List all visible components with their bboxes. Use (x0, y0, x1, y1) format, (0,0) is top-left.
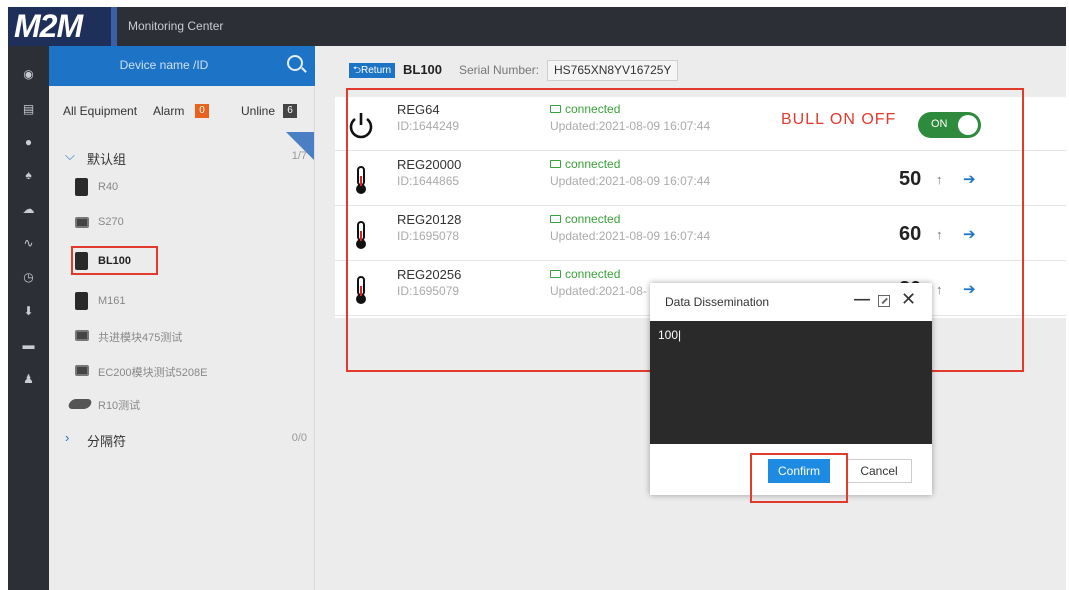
device-475-test[interactable]: 共进模块475测试 (63, 322, 313, 348)
cloud-icon[interactable]: ☁ (8, 201, 49, 217)
device-name: BL100 (403, 62, 443, 77)
value-input[interactable]: 100| (658, 328, 681, 342)
alarm-icon[interactable]: ♠ (8, 167, 49, 183)
top-bar: M2M Monitoring Center (8, 7, 1066, 46)
dialog-header: Data Dissemination — ✕ (650, 283, 932, 321)
return-button[interactable]: ⮌Return (349, 63, 396, 78)
location-icon[interactable]: ● (8, 134, 49, 150)
app-window: M2M Monitoring Center ◉ ▤ ● ♠ ☁ ∿ ◷ ⬇ ▬ … (8, 7, 1066, 590)
minimize-icon[interactable]: — (854, 291, 870, 309)
list-icon[interactable]: ▤ (8, 101, 49, 117)
maximize-icon[interactable] (878, 295, 890, 307)
app-title: Monitoring Center (128, 19, 224, 33)
device-icon (75, 178, 88, 196)
device-icon (75, 365, 89, 376)
filter-alarm[interactable]: Alarm (153, 104, 184, 118)
chevron-right-icon[interactable]: › (65, 430, 69, 445)
search-icon[interactable] (287, 55, 303, 71)
router-icon (67, 399, 93, 409)
serial-label: Serial Number: (459, 63, 540, 77)
device-icon (75, 292, 88, 310)
serial-value: HS765XN8YV16725Y (547, 60, 679, 81)
logo: M2M (8, 7, 111, 46)
device-m161[interactable]: M161 (63, 288, 313, 314)
search-input[interactable]: Device name /ID (49, 58, 279, 72)
user-icon[interactable]: ♟ (8, 371, 49, 387)
confirm-highlight (750, 453, 848, 503)
cancel-button[interactable]: Cancel (846, 459, 912, 483)
device-r40[interactable]: R40 (63, 174, 313, 200)
device-ec200-test[interactable]: EC200模块测试5208E (63, 357, 313, 383)
filter-all[interactable]: All Equipment (63, 104, 137, 118)
device-icon (75, 217, 89, 228)
device-header: ⮌Return BL100 Serial Number: HS765XN8YV1… (341, 60, 1061, 82)
filter-bar: All Equipment Alarm 0 Unline 6 (49, 102, 315, 120)
data-dissemination-dialog: Data Dissemination — ✕ 100| Confirm Canc… (650, 283, 932, 503)
device-search[interactable]: Device name /ID (49, 46, 315, 86)
dialog-title: Data Dissemination (665, 295, 770, 309)
device-panel: Device name /ID All Equipment Alarm 0 Un… (49, 46, 315, 590)
group-separator[interactable]: › 分隔符 0/0 (49, 424, 315, 454)
trend-icon[interactable]: ∿ (8, 235, 49, 251)
device-s270[interactable]: S270 (63, 209, 313, 235)
icon-rail: ◉ ▤ ● ♠ ☁ ∿ ◷ ⬇ ▬ ♟ (8, 46, 49, 590)
device-r10-test[interactable]: R10测试 (63, 390, 313, 416)
device-icon (75, 330, 89, 341)
record-icon[interactable]: ◉ (8, 66, 49, 82)
card-icon[interactable]: ▬ (8, 337, 49, 353)
close-icon[interactable]: ✕ (901, 289, 916, 310)
online-count-badge: 6 (283, 104, 297, 118)
clock-icon[interactable]: ◷ (8, 269, 49, 285)
download-icon[interactable]: ⬇ (8, 303, 49, 319)
alarm-count-badge: 0 (195, 104, 209, 118)
group-default[interactable]: ⌵ 默认组 1/7 (49, 142, 315, 172)
selection-highlight (71, 246, 158, 275)
filter-online[interactable]: Unline (241, 104, 275, 118)
chevron-down-icon[interactable]: ⌵ (65, 148, 75, 164)
